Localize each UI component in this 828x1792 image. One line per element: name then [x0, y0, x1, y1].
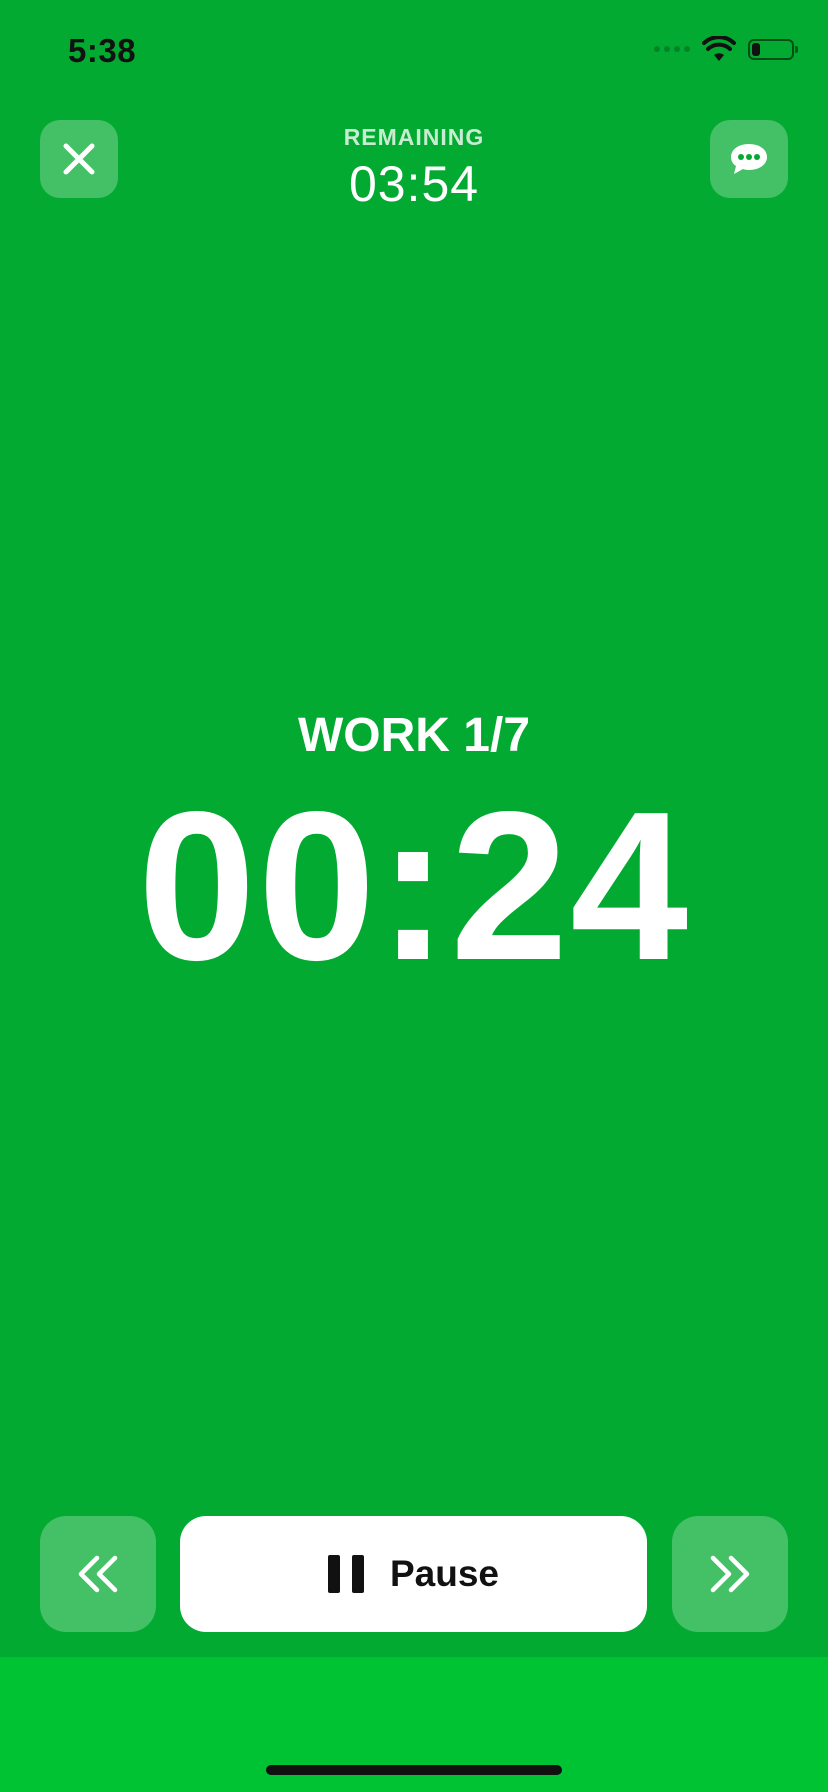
remaining-block: REMAINING 03:54 [0, 124, 828, 213]
chat-button[interactable] [710, 120, 788, 198]
previous-interval-button[interactable] [40, 1516, 156, 1632]
cellular-signal-icon [654, 46, 690, 52]
pause-button[interactable]: Pause [180, 1516, 647, 1632]
remaining-time: 03:54 [348, 156, 480, 212]
rewind-icon [78, 1555, 118, 1593]
status-time: 5:38 [68, 32, 137, 69]
workout-timer-screen: 5:38 REMAINING 03:54 WORK 1/7 00:24 Paus… [0, 0, 828, 1792]
battery-icon [748, 38, 798, 60]
interval-timer: 00:24 [137, 767, 691, 1004]
fast-forward-icon [710, 1555, 750, 1593]
remaining-label: REMAINING [343, 124, 485, 150]
battery-level-fill [752, 42, 761, 56]
home-indicator [266, 1765, 562, 1775]
wifi-icon [702, 36, 736, 61]
phase-label: WORK 1/7 [297, 709, 531, 762]
status-icons [654, 36, 798, 62]
next-interval-button[interactable] [672, 1516, 788, 1632]
chat-bubble-icon [731, 144, 767, 174]
pause-icon [327, 1555, 364, 1593]
pause-label: Pause [389, 1553, 499, 1594]
